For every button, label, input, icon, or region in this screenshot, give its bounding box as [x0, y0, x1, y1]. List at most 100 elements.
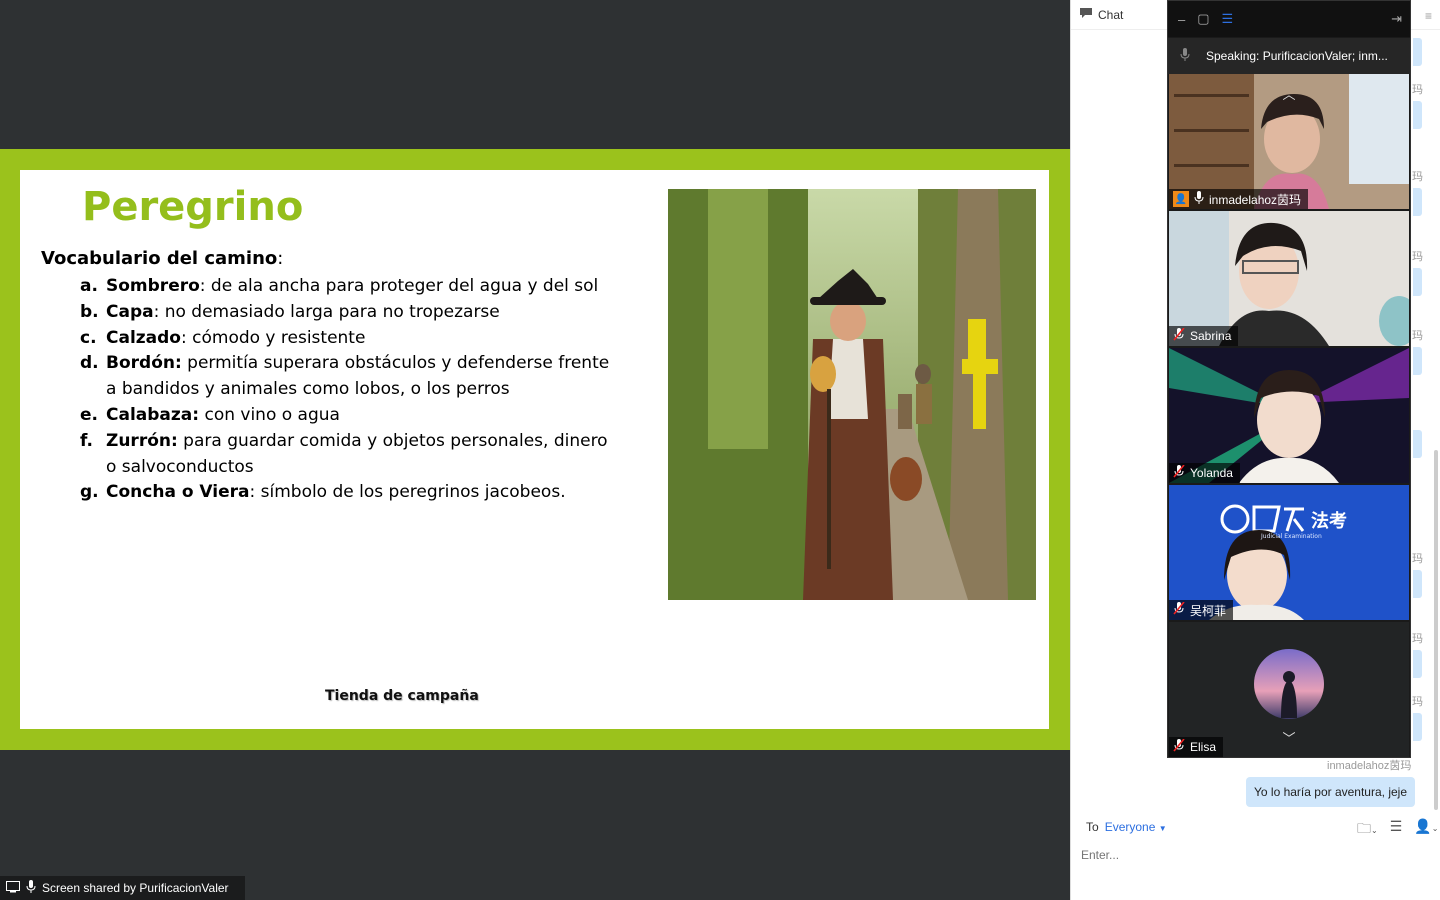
participant-name: Sabrina [1190, 329, 1232, 343]
muted-microphone-icon [1173, 327, 1185, 344]
participant-name: Elisa [1190, 740, 1217, 754]
sender-fragment: 玛 [1412, 171, 1423, 183]
item-term: Calzado [106, 327, 181, 348]
user-icon[interactable]: 👤⌄ [1414, 818, 1438, 842]
logo-text: 法考 [1311, 511, 1347, 532]
video-tile[interactable]: ﹀ Elisa [1169, 622, 1409, 757]
slide-title: Peregrino [82, 184, 304, 230]
vocab-item: e. Calabaza: con vino o agua [80, 403, 620, 429]
muted-microphone-icon [1173, 738, 1185, 755]
item-letter: d. [80, 353, 99, 374]
vocab-item: c. Calzado: cómodo y resistente [80, 326, 620, 352]
vocab-item: b. Capa: no demasiado larga para no trope… [80, 300, 620, 326]
minimize-icon[interactable]: – [1178, 12, 1185, 27]
item-text: con vino o agua [199, 404, 340, 425]
screen-share-icon [6, 880, 20, 896]
item-text: : símbolo de los peregrinos jacobeos. [249, 482, 566, 503]
logo-subtext: Judicial Examination [1261, 533, 1322, 540]
message-bubble-fragment [1413, 430, 1422, 458]
sender-fragment: 玛 [1412, 696, 1423, 708]
video-gallery: – ▢ ☰ ⇥ Speaking: PurificacionValer; inm… [1167, 0, 1411, 758]
chevron-up-icon[interactable]: ︿ [1269, 84, 1309, 102]
vocab-item: g. Concha o Viera: símbolo de los peregri… [80, 480, 620, 506]
chat-input[interactable] [1081, 848, 1431, 862]
vocab-heading-bold: Vocabulario del camino [41, 248, 278, 269]
video-tile[interactable]: 法考 Judicial Examination 吴柯菲 [1169, 485, 1409, 620]
item-letter: b. [80, 301, 99, 322]
recipient-select[interactable]: Everyone ▼ [1105, 820, 1167, 834]
item-term: Concha o Viera [106, 482, 250, 503]
vocab-item: f. Zurrón: para guardar comida y objetos … [80, 429, 620, 481]
chat-toolbar: 🗀⌄ ☰ 👤⌄ [1357, 818, 1438, 842]
item-text: : no demasiado larga para no tropezarse [153, 301, 500, 322]
slide-caption: Tienda de campaña [325, 688, 479, 704]
chat-bubble-icon [1079, 7, 1093, 22]
sender-fragment: 玛 [1412, 330, 1423, 342]
item-term: Zurrón: [106, 430, 178, 451]
item-letter: e. [80, 404, 98, 425]
participant-name: 吴柯菲 [1190, 603, 1227, 618]
message-bubble-fragment [1413, 101, 1422, 129]
message-bubble-fragment [1413, 38, 1422, 66]
item-term: Bordón: [106, 353, 182, 374]
recipient-row: To Everyone ▼ [1086, 820, 1167, 834]
item-letter: f. [80, 430, 93, 451]
menu-icon[interactable]: ≡ [1425, 9, 1432, 23]
speaking-text: Speaking: PurificacionValer; inm... [1206, 49, 1388, 63]
screen-share-text: Screen shared by PurificacionValer [42, 881, 229, 895]
recipient-value: Everyone [1104, 820, 1156, 834]
vocab-heading-colon: : [277, 248, 284, 269]
item-letter: a. [80, 276, 98, 296]
item-text: : cómodo y resistente [181, 327, 366, 348]
microphone-icon [1180, 48, 1190, 64]
video-tile[interactable]: Sabrina [1169, 211, 1409, 346]
item-term: Capa [106, 301, 154, 322]
microphone-icon [26, 880, 36, 896]
muted-microphone-icon [1173, 601, 1185, 618]
chevron-down-icon[interactable]: ﹀ [1269, 728, 1309, 746]
participant-name: inmadelahoz茵玛 [1209, 192, 1302, 207]
file-icon[interactable]: 🗀⌄ [1357, 818, 1378, 842]
sender-fragment: 玛 [1412, 553, 1423, 565]
message-bubble-fragment [1413, 570, 1422, 598]
item-term: Sombrero [106, 276, 200, 296]
caret-down-icon: ▼ [1158, 824, 1167, 833]
gallery-view-icon[interactable]: ☰ [1222, 11, 1234, 27]
item-term: Calabaza: [106, 404, 200, 425]
window-icon[interactable]: ▢ [1197, 11, 1209, 27]
participant-label: Elisa [1169, 737, 1224, 757]
host-icon: 👤 [1173, 191, 1189, 207]
item-text: permitía superara obstáculos y defenders… [106, 353, 610, 400]
vocab-item: d. Bordón: permitía superara obstáculos y… [80, 351, 620, 403]
video-tile[interactable]: Yolanda [1169, 348, 1409, 483]
message-bubble-fragment [1413, 347, 1422, 375]
sender-fragment: 玛 [1412, 84, 1423, 96]
item-letter: g. [80, 482, 99, 503]
active-speaker-bar: Speaking: PurificacionValer; inm... [1168, 38, 1410, 74]
vocab-list: a. Sombrero: de ala ancha para proteger d… [80, 274, 620, 506]
document-icon[interactable]: ☰ [1390, 818, 1403, 842]
microphone-icon [1194, 191, 1204, 207]
presentation-slide: Peregrino Vocabulario del camino: a. Somb… [20, 170, 1049, 729]
message-bubble: Yo lo haría por aventura, jeje [1246, 777, 1415, 807]
video-tile[interactable]: ︿ 👤 inmadelahoz茵玛 [1169, 74, 1409, 209]
collapse-icon[interactable]: ⇥ [1391, 11, 1402, 27]
sender-fragment: 玛 [1412, 251, 1423, 263]
slide-frame: Peregrino Vocabulario del camino: a. Somb… [0, 149, 1070, 750]
item-letter: c. [80, 327, 97, 348]
participant-label: 👤 inmadelahoz茵玛 [1169, 189, 1309, 209]
item-text: para guardar comida y objetos personales… [106, 430, 608, 477]
shared-screen-area: Peregrino Vocabulario del camino: a. Somb… [0, 0, 1070, 900]
vocab-item: a. Sombrero: de ala ancha para proteger d… [80, 274, 620, 300]
message-bubble-fragment [1413, 650, 1422, 678]
message-sender: inmadelahoz茵玛 [1327, 760, 1412, 772]
gallery-toolbar: – ▢ ☰ [1168, 1, 1410, 37]
participant-label: 吴柯菲 [1169, 600, 1234, 620]
muted-microphone-icon [1173, 464, 1185, 481]
participant-name: Yolanda [1190, 466, 1233, 480]
sender-fragment: 玛 [1412, 633, 1423, 645]
message-bubble-fragment [1413, 713, 1422, 741]
participant-label: Yolanda [1169, 463, 1240, 483]
chat-title: Chat [1098, 7, 1124, 22]
chat-scrollbar[interactable] [1434, 450, 1438, 810]
